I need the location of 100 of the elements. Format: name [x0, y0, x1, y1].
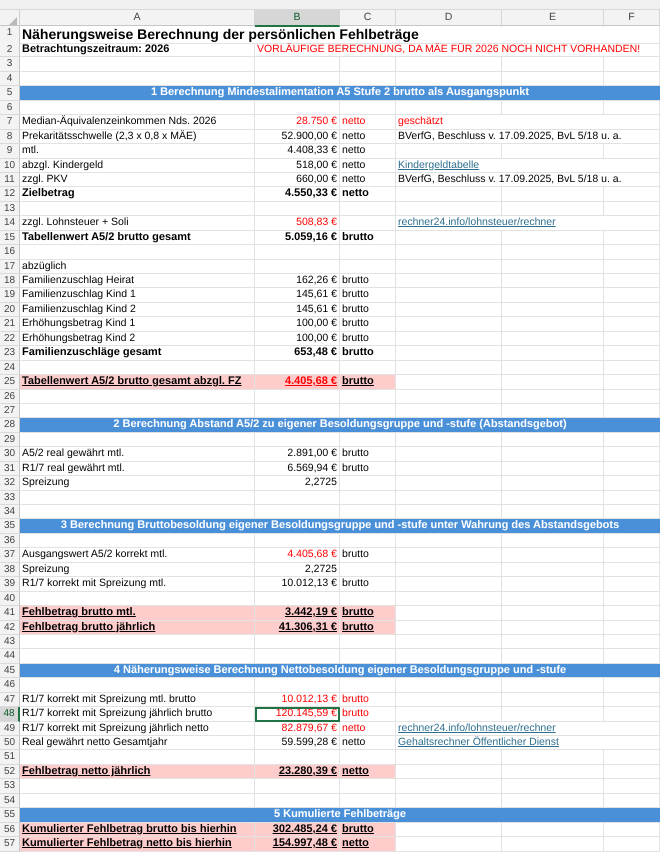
row-number[interactable]: 5	[0, 86, 20, 101]
row-number[interactable]: 13	[0, 202, 20, 216]
row-number[interactable]: 56	[0, 822, 20, 838]
row-number[interactable]: 31	[0, 462, 20, 476]
empty-cell[interactable]	[502, 779, 604, 794]
empty-cell[interactable]	[502, 375, 604, 390]
empty-cell[interactable]	[502, 837, 604, 852]
empty-cell[interactable]	[396, 678, 502, 693]
empty-cell[interactable]	[604, 577, 660, 592]
empty-cell[interactable]	[604, 692, 660, 708]
row-number[interactable]: 25	[0, 375, 20, 390]
row-number[interactable]: 18	[0, 274, 20, 288]
empty-cell[interactable]	[255, 534, 340, 548]
empty-cell[interactable]	[502, 476, 604, 491]
empty-cell[interactable]	[502, 100, 604, 116]
empty-cell[interactable]	[604, 562, 660, 578]
empty-cell[interactable]	[502, 577, 604, 592]
row-number[interactable]: 23	[0, 346, 20, 361]
empty-cell[interactable]	[502, 360, 604, 376]
empty-cell[interactable]	[396, 260, 502, 274]
empty-cell[interactable]	[502, 750, 604, 765]
empty-cell[interactable]	[340, 216, 396, 231]
empty-cell[interactable]	[255, 245, 340, 260]
row-number[interactable]: 27	[0, 404, 20, 418]
row-number[interactable]: 11	[0, 172, 20, 188]
row-number[interactable]: 38	[0, 562, 20, 578]
empty-cell[interactable]	[604, 707, 660, 722]
empty-cell[interactable]	[396, 562, 502, 578]
empty-cell[interactable]	[502, 606, 604, 620]
empty-cell[interactable]	[604, 360, 660, 376]
row-number[interactable]: 53	[0, 779, 20, 794]
empty-cell[interactable]	[502, 634, 604, 650]
column-header[interactable]: E	[502, 10, 604, 27]
empty-cell[interactable]	[396, 779, 502, 794]
row-number[interactable]: 55	[0, 808, 20, 823]
row-number[interactable]: 6	[0, 100, 20, 116]
empty-cell[interactable]	[255, 779, 340, 794]
row-number[interactable]: 41	[0, 606, 20, 620]
empty-cell[interactable]	[502, 678, 604, 693]
empty-cell[interactable]	[604, 346, 660, 361]
empty-cell[interactable]	[604, 375, 660, 390]
column-header[interactable]: C	[340, 10, 396, 27]
empty-cell[interactable]	[604, 779, 660, 794]
empty-cell[interactable]	[604, 302, 660, 318]
row-number[interactable]: 20	[0, 302, 20, 318]
empty-cell[interactable]	[396, 245, 502, 260]
empty-cell[interactable]	[604, 592, 660, 606]
empty-cell[interactable]	[396, 462, 502, 476]
row-number[interactable]: 49	[0, 722, 20, 736]
empty-cell[interactable]	[396, 230, 502, 246]
empty-cell[interactable]	[396, 187, 502, 202]
row-number[interactable]: 35	[0, 519, 20, 534]
empty-cell[interactable]	[396, 144, 502, 158]
empty-cell[interactable]	[502, 490, 604, 505]
empty-cell[interactable]	[340, 779, 396, 794]
empty-cell[interactable]	[604, 462, 660, 476]
row-number[interactable]: 7	[0, 115, 20, 130]
empty-cell[interactable]	[502, 692, 604, 708]
row-number[interactable]: 29	[0, 432, 20, 448]
empty-cell[interactable]	[340, 432, 396, 448]
empty-cell[interactable]	[604, 678, 660, 693]
empty-cell[interactable]	[502, 202, 604, 216]
row-number[interactable]: 34	[0, 505, 20, 520]
empty-cell[interactable]	[396, 432, 502, 448]
empty-cell[interactable]	[604, 144, 660, 158]
empty-cell[interactable]	[396, 288, 502, 303]
column-header[interactable]: B	[255, 10, 340, 27]
empty-cell[interactable]	[396, 692, 502, 708]
empty-cell[interactable]	[502, 302, 604, 318]
row-number[interactable]: 57	[0, 837, 20, 852]
row-number[interactable]: 52	[0, 764, 20, 780]
link[interactable]: Kindergeldtabelle	[398, 158, 480, 170]
row-number[interactable]: 2	[0, 43, 20, 58]
empty-cell[interactable]	[396, 750, 502, 765]
link[interactable]: Gehaltsrechner Öffentlicher Dienst	[398, 736, 559, 748]
empty-cell[interactable]	[604, 837, 660, 852]
empty-cell[interactable]	[604, 260, 660, 274]
empty-cell[interactable]	[604, 274, 660, 288]
empty-cell[interactable]	[502, 562, 604, 578]
empty-cell[interactable]	[604, 490, 660, 505]
empty-cell[interactable]	[604, 534, 660, 548]
empty-cell[interactable]	[502, 620, 604, 635]
empty-cell[interactable]	[340, 390, 396, 404]
empty-cell[interactable]	[396, 332, 502, 346]
empty-cell[interactable]	[604, 634, 660, 650]
row-number[interactable]: 12	[0, 187, 20, 202]
empty-cell[interactable]	[502, 332, 604, 346]
empty-cell[interactable]	[502, 57, 604, 72]
row-number[interactable]: 54	[0, 794, 20, 808]
empty-cell[interactable]	[604, 187, 660, 202]
empty-cell[interactable]	[502, 822, 604, 838]
empty-cell[interactable]	[502, 288, 604, 303]
empty-cell[interactable]	[396, 57, 502, 72]
empty-cell[interactable]	[604, 230, 660, 246]
empty-cell[interactable]	[255, 390, 340, 404]
empty-cell[interactable]	[340, 57, 396, 72]
empty-cell[interactable]	[340, 260, 396, 274]
empty-cell[interactable]	[396, 360, 502, 376]
empty-cell[interactable]	[502, 432, 604, 448]
empty-cell[interactable]	[604, 245, 660, 260]
